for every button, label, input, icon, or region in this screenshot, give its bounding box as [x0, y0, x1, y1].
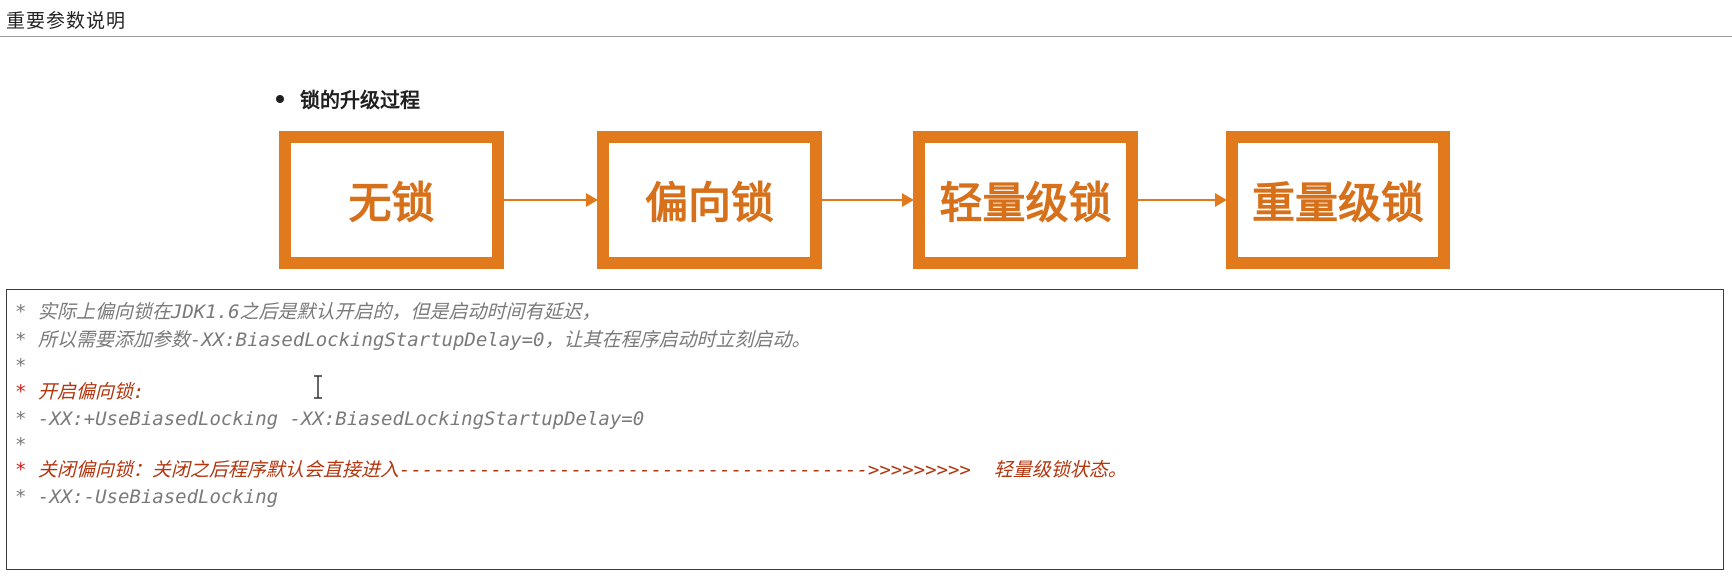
- stage-label-no-lock: 无锁: [348, 179, 435, 229]
- code-line: *: [15, 355, 27, 377]
- stage-lightweight-lock: 轻量级锁: [913, 131, 1138, 269]
- code-line-highlight: * 关闭偏向锁：关闭之后程序默认会直接进入-------------------…: [15, 459, 1127, 481]
- code-line: *: [15, 434, 27, 456]
- code-comment-block[interactable]: * 实际上偏向锁在JDK1.6之后是默认开启的，但是启动时间有延迟， * 所以需…: [6, 289, 1724, 570]
- code-line: * 实际上偏向锁在JDK1.6之后是默认开启的，但是启动时间有延迟，: [15, 301, 601, 323]
- stage-label-heavyweight-lock: 重量级锁: [1252, 179, 1424, 229]
- stage-label-lightweight-lock: 轻量级锁: [939, 179, 1112, 229]
- code-line: * -XX:-UseBiasedLocking: [15, 486, 279, 508]
- stage-label-biased-lock: 偏向锁: [645, 179, 774, 229]
- arrow-right-icon: [504, 193, 598, 207]
- arrow-right-icon: [1138, 193, 1227, 207]
- stage-biased-lock: 偏向锁: [597, 131, 822, 269]
- lock-upgrade-flow-diagram: 无锁 偏向锁 轻量级锁 重量级锁: [0, 0, 1732, 290]
- text-cursor-icon: [314, 375, 322, 399]
- stage-no-lock: 无锁: [279, 131, 504, 269]
- stage-heavyweight-lock: 重量级锁: [1226, 131, 1450, 269]
- code-line: * 所以需要添加参数-XX:BiasedLockingStartupDelay=…: [15, 329, 811, 351]
- arrow-right-icon: [822, 193, 914, 207]
- code-line-highlight: * 开启偏向锁:: [15, 381, 145, 403]
- code-line: * -XX:+UseBiasedLocking -XX:BiasedLockin…: [15, 408, 645, 430]
